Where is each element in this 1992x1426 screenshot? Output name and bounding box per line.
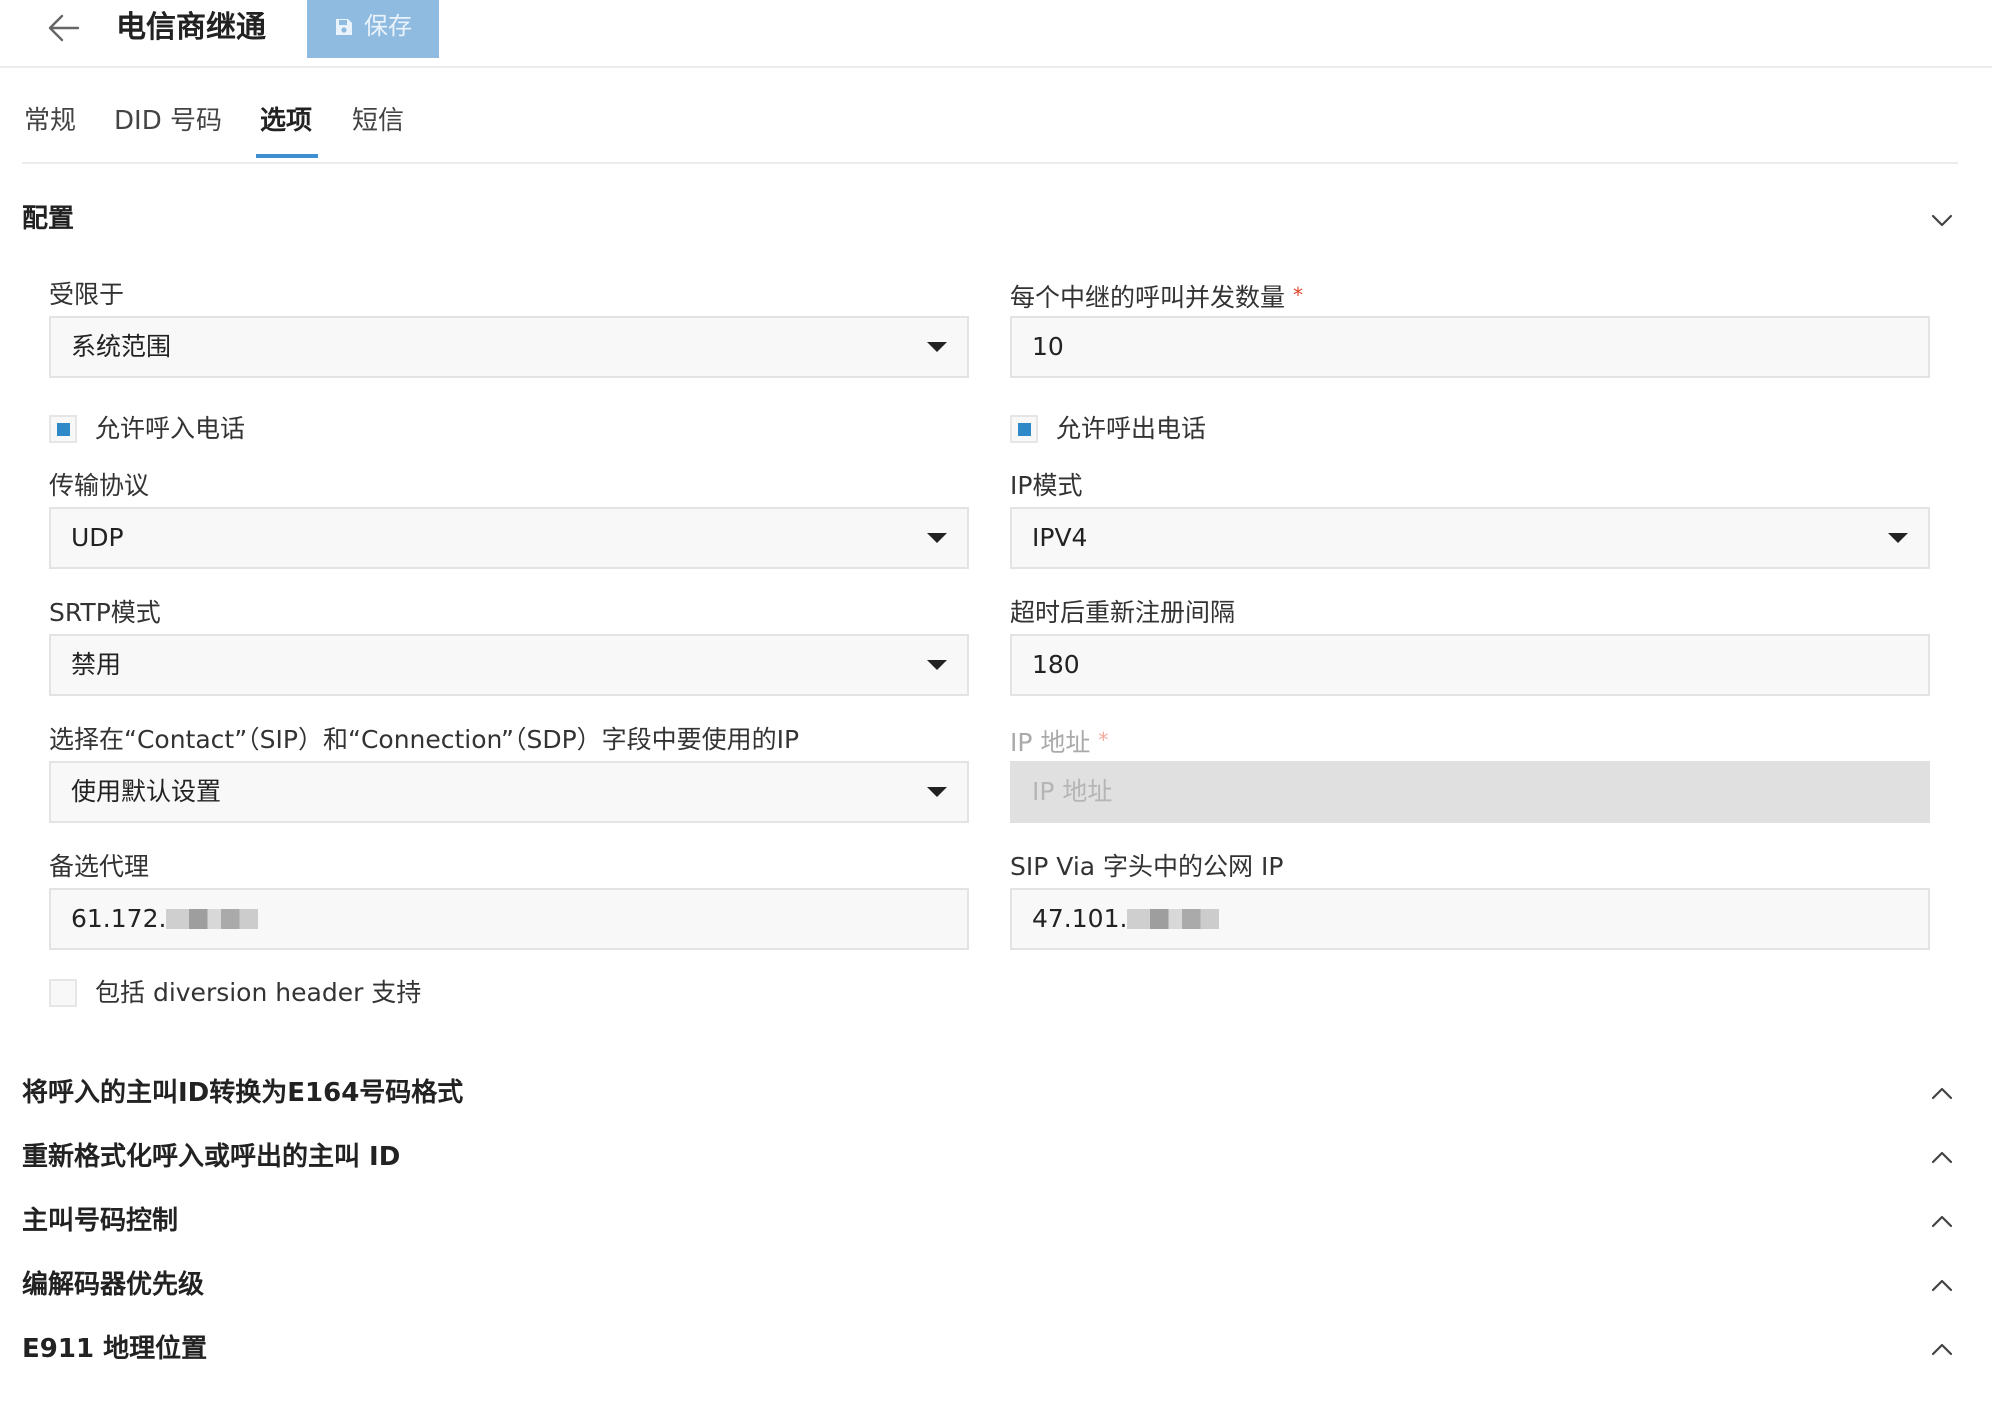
sip-via-ip-value: 47.101. (1032, 904, 1128, 933)
backup-proxy-value: 61.172. (71, 904, 167, 933)
checkbox-checked-mark (57, 423, 70, 436)
concurrent-calls-label: 每个中继的呼叫并发数量 * (1010, 279, 1303, 314)
diversion-header-label: 包括 diversion header 支持 (95, 978, 422, 1007)
required-marker: * (1293, 283, 1304, 307)
section-title-caller-number-control[interactable]: 主叫号码控制 (22, 1204, 178, 1238)
checkbox-box (49, 979, 77, 1007)
dropdown-caret-icon (927, 787, 947, 797)
page-title: 电信商继通 (116, 10, 266, 45)
section-title-e911-location[interactable]: E911 地理位置 (22, 1332, 207, 1366)
chevron-down-icon[interactable] (1930, 208, 1954, 232)
save-button[interactable]: 保存 (307, 0, 439, 58)
reregister-interval-input[interactable]: 180 (1010, 634, 1930, 696)
section-title-reformat-caller-id[interactable]: 重新格式化呼入或呼出的主叫 ID (22, 1140, 400, 1174)
concurrent-calls-value: 10 (1032, 332, 1064, 361)
backup-proxy-input[interactable]: 61.172. (49, 888, 969, 950)
sip-via-ip-input[interactable]: 47.101. (1010, 888, 1930, 950)
save-icon (336, 19, 352, 35)
srtp-value: 禁用 (71, 650, 122, 679)
save-button-label: 保存 (364, 12, 412, 40)
transport-value: UDP (71, 523, 124, 552)
reregister-interval-value: 180 (1032, 650, 1080, 679)
section-title-codec-priority[interactable]: 编解码器优先级 (22, 1268, 204, 1302)
ip-mode-label: IP模式 (1010, 471, 1083, 500)
chevron-up-icon[interactable] (1930, 1082, 1954, 1106)
chevron-up-icon[interactable] (1930, 1274, 1954, 1298)
dropdown-caret-icon (927, 342, 947, 352)
ip-address-input: IP 地址 (1010, 761, 1930, 823)
transport-select[interactable]: UDP (49, 507, 969, 569)
allow-inbound-checkbox[interactable]: 允许呼入电话 (49, 412, 449, 448)
section-title-config: 配置 (22, 204, 75, 234)
chevron-up-icon[interactable] (1930, 1146, 1954, 1170)
ip-address-placeholder: IP 地址 (1032, 777, 1113, 806)
contact-ip-label: 选择在“Contact”（SIP）和“Connection”（SDP）字段中要使… (49, 725, 800, 754)
sip-via-ip-label: SIP Via 字头中的公网 IP (1010, 852, 1284, 881)
tab-sms[interactable]: 短信 (352, 104, 404, 138)
tab-general[interactable]: 常规 (24, 104, 76, 138)
backup-proxy-label: 备选代理 (49, 852, 150, 881)
chevron-up-icon[interactable] (1930, 1210, 1954, 1234)
tab-bar: 常规 DID 号码 选项 短信 (22, 98, 1958, 164)
ip-address-label: IP 地址 * (1010, 724, 1108, 759)
restricted-to-label: 受限于 (49, 280, 125, 309)
srtp-select[interactable]: 禁用 (49, 634, 969, 696)
top-bar: 电信商继通 保存 (0, 0, 1992, 68)
dropdown-caret-icon (1888, 533, 1908, 543)
ip-mode-value: IPV4 (1032, 523, 1088, 552)
tab-did-numbers[interactable]: DID 号码 (114, 104, 222, 138)
srtp-label: SRTP模式 (49, 598, 161, 627)
reregister-interval-label: 超时后重新注册间隔 (1010, 598, 1236, 627)
allow-outbound-label: 允许呼出电话 (1056, 414, 1207, 443)
contact-ip-select[interactable]: 使用默认设置 (49, 761, 969, 823)
checkbox-box (1010, 415, 1038, 443)
section-title-e164[interactable]: 将呼入的主叫ID转换为E164号码格式 (22, 1076, 463, 1110)
tab-options[interactable]: 选项 (260, 104, 312, 138)
allow-inbound-label: 允许呼入电话 (95, 414, 246, 443)
ip-mode-select[interactable]: IPV4 (1010, 507, 1930, 569)
dropdown-caret-icon (927, 660, 947, 670)
checkbox-box (49, 415, 77, 443)
concurrent-calls-input[interactable]: 10 (1010, 316, 1930, 378)
transport-label: 传输协议 (49, 471, 150, 500)
restricted-to-value: 系统范围 (71, 332, 172, 361)
active-tab-indicator (256, 154, 318, 158)
required-marker: * (1098, 728, 1109, 752)
redacted-ip-segment (166, 909, 259, 929)
redacted-ip-segment (1127, 909, 1220, 929)
back-arrow-icon[interactable] (44, 6, 84, 50)
contact-ip-value: 使用默认设置 (71, 777, 222, 806)
diversion-header-checkbox[interactable]: 包括 diversion header 支持 (49, 976, 549, 1012)
chevron-up-icon[interactable] (1930, 1338, 1954, 1362)
allow-outbound-checkbox[interactable]: 允许呼出电话 (1010, 412, 1410, 448)
restricted-to-select[interactable]: 系统范围 (49, 316, 969, 378)
checkbox-checked-mark (1018, 423, 1031, 436)
concurrent-calls-label-text: 每个中继的呼叫并发数量 (1010, 283, 1286, 312)
ip-address-label-text: IP 地址 (1010, 728, 1091, 757)
dropdown-caret-icon (927, 533, 947, 543)
